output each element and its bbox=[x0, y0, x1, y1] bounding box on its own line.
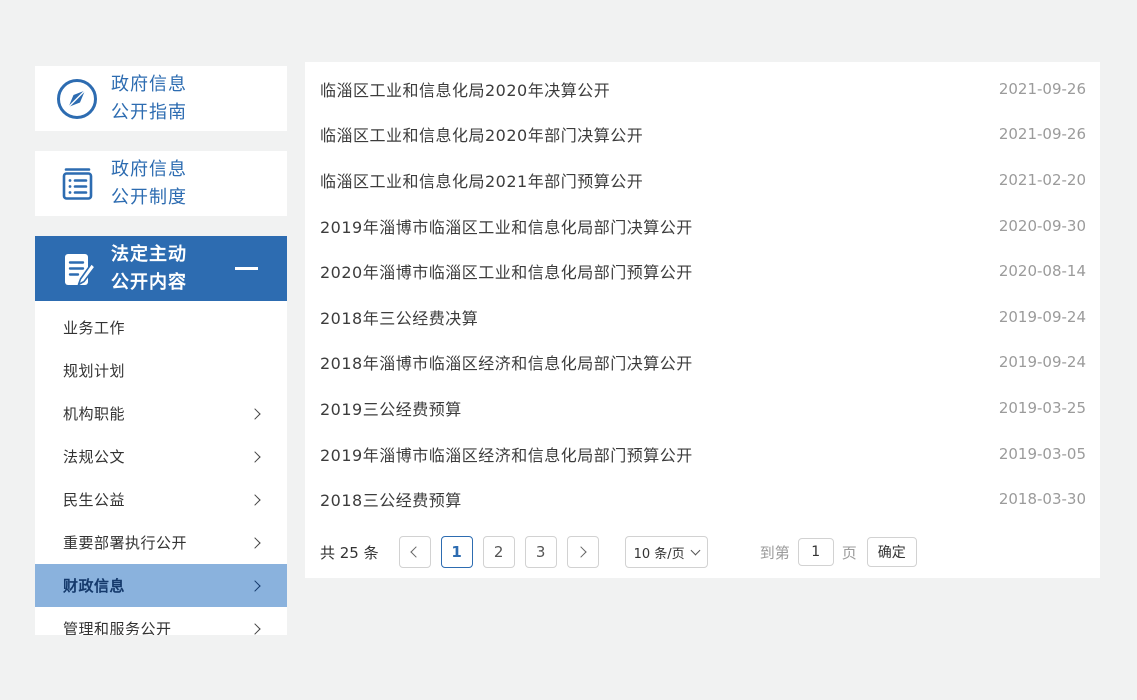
document-title-link[interactable]: 2019年淄博市临淄区经济和信息化局部门预算公开 bbox=[320, 442, 693, 466]
sidebar-item[interactable]: 机构职能 bbox=[35, 392, 287, 435]
sidebar-item[interactable]: 规划计划 bbox=[35, 349, 287, 392]
minus-icon[interactable] bbox=[235, 267, 258, 270]
page-button-3[interactable]: 3 bbox=[525, 536, 557, 568]
sidebar-item[interactable]: 重要部署执行公开 bbox=[35, 521, 287, 564]
list-item[interactable]: 临淄区工业和信息化局2020年决算公开 2021-09-26 bbox=[320, 66, 1086, 112]
chevron-down-icon bbox=[690, 546, 700, 556]
sidebar-item-label: 民生公益 bbox=[63, 489, 125, 510]
list-item[interactable]: 2018年三公经费决算 2019-09-24 bbox=[320, 294, 1086, 340]
chevron-left-icon bbox=[410, 546, 421, 557]
sidebar-card-guide-label: 政府信息 公开指南 bbox=[111, 71, 187, 127]
sidebar-card-system-label: 政府信息 公开制度 bbox=[111, 156, 187, 212]
goto-page-control: 到第 页 确定 bbox=[760, 537, 917, 567]
document-title-link[interactable]: 2020年淄博市临淄区工业和信息化局部门预算公开 bbox=[320, 259, 693, 283]
document-list: 临淄区工业和信息化局2020年决算公开2021-09-26临淄区工业和信息化局2… bbox=[305, 62, 1100, 522]
chevron-right-icon bbox=[249, 580, 260, 591]
sidebar-item-label: 机构职能 bbox=[63, 403, 125, 424]
publish-date: 2021-09-26 bbox=[999, 80, 1086, 98]
list-item[interactable]: 2020年淄博市临淄区工业和信息化局部门预算公开 2020-08-14 bbox=[320, 248, 1086, 294]
page-size-select[interactable]: 10 条/页 bbox=[625, 536, 708, 568]
list-item[interactable]: 2019三公经费预算 2019-03-25 bbox=[320, 385, 1086, 431]
sidebar-item-label: 重要部署执行公开 bbox=[63, 532, 187, 553]
sidebar-item-label: 业务工作 bbox=[63, 317, 125, 338]
goto-page-input[interactable] bbox=[798, 538, 834, 566]
publish-date: 2021-09-26 bbox=[999, 125, 1086, 143]
clipboard-pen-icon bbox=[53, 245, 101, 293]
chevron-right-icon bbox=[249, 408, 260, 419]
page-number-buttons: 123 bbox=[441, 536, 567, 568]
sidebar-item[interactable]: 法规公文 bbox=[35, 435, 287, 478]
publish-date: 2019-09-24 bbox=[999, 308, 1086, 326]
confirm-button[interactable]: 确定 bbox=[867, 537, 917, 567]
total-count-label: 共 25 条 bbox=[320, 542, 379, 563]
sidebar-item-active[interactable]: 财政信息 bbox=[35, 564, 287, 607]
document-title-link[interactable]: 临淄区工业和信息化局2020年部门决算公开 bbox=[320, 122, 643, 146]
compass-icon bbox=[53, 75, 101, 123]
sidebar-banner-label: 法定主动 公开内容 bbox=[111, 241, 187, 297]
publish-date: 2019-03-05 bbox=[999, 445, 1086, 463]
pagination-bar: 共 25 条 123 10 条/页 到第 页 确定 bbox=[320, 536, 917, 568]
sidebar: 政府信息 公开指南 政府信息 公开制度 bbox=[35, 66, 287, 635]
publish-date: 2019-09-24 bbox=[999, 353, 1086, 371]
content-panel: 临淄区工业和信息化局2020年决算公开2021-09-26临淄区工业和信息化局2… bbox=[305, 62, 1100, 578]
goto-prefix-label: 到第 bbox=[760, 542, 790, 563]
page-button-1[interactable]: 1 bbox=[441, 536, 473, 568]
sidebar-item-label: 管理和服务公开 bbox=[63, 618, 172, 635]
publish-date: 2020-08-14 bbox=[999, 262, 1086, 280]
page-button-2[interactable]: 2 bbox=[483, 536, 515, 568]
prev-page-button[interactable] bbox=[399, 536, 431, 568]
sidebar-item[interactable]: 民生公益 bbox=[35, 478, 287, 521]
sidebar-item-label: 财政信息 bbox=[63, 575, 125, 596]
document-title-link[interactable]: 2018三公经费预算 bbox=[320, 487, 462, 511]
list-item[interactable]: 2019年淄博市临淄区工业和信息化局部门决算公开 2020-09-30 bbox=[320, 203, 1086, 249]
list-item[interactable]: 2019年淄博市临淄区经济和信息化局部门预算公开 2019-03-05 bbox=[320, 431, 1086, 477]
sidebar-menu: 业务工作规划计划机构职能法规公文民生公益重要部署执行公开财政信息管理和服务公开其… bbox=[35, 301, 287, 635]
document-title-link[interactable]: 2018年三公经费决算 bbox=[320, 305, 478, 329]
sidebar-card-guide[interactable]: 政府信息 公开指南 bbox=[35, 66, 287, 131]
chevron-right-icon bbox=[249, 537, 260, 548]
document-title-link[interactable]: 临淄区工业和信息化局2020年决算公开 bbox=[320, 77, 610, 101]
notebook-icon bbox=[53, 160, 101, 208]
publish-date: 2021-02-20 bbox=[999, 171, 1086, 189]
document-title-link[interactable]: 临淄区工业和信息化局2021年部门预算公开 bbox=[320, 168, 643, 192]
list-item[interactable]: 2018年淄博市临淄区经济和信息化局部门决算公开 2019-09-24 bbox=[320, 340, 1086, 386]
document-title-link[interactable]: 2018年淄博市临淄区经济和信息化局部门决算公开 bbox=[320, 350, 693, 374]
publish-date: 2018-03-30 bbox=[999, 490, 1086, 508]
sidebar-item[interactable]: 管理和服务公开 bbox=[35, 607, 287, 635]
list-item[interactable]: 临淄区工业和信息化局2020年部门决算公开 2021-09-26 bbox=[320, 112, 1086, 158]
sidebar-item-label: 法规公文 bbox=[63, 446, 125, 467]
sidebar-banner-statutory-disclosure[interactable]: 法定主动 公开内容 bbox=[35, 236, 287, 301]
sidebar-item[interactable]: 业务工作 bbox=[35, 306, 287, 349]
chevron-right-icon bbox=[249, 451, 260, 462]
chevron-right-icon bbox=[249, 623, 260, 634]
chevron-right-icon bbox=[575, 546, 586, 557]
document-title-link[interactable]: 2019年淄博市临淄区工业和信息化局部门决算公开 bbox=[320, 214, 693, 238]
document-title-link[interactable]: 2019三公经费预算 bbox=[320, 396, 462, 420]
publish-date: 2020-09-30 bbox=[999, 217, 1086, 235]
next-page-button[interactable] bbox=[567, 536, 599, 568]
sidebar-card-system[interactable]: 政府信息 公开制度 bbox=[35, 151, 287, 216]
list-item[interactable]: 临淄区工业和信息化局2021年部门预算公开 2021-02-20 bbox=[320, 157, 1086, 203]
goto-suffix-label: 页 bbox=[842, 542, 857, 563]
sidebar-item-label: 规划计划 bbox=[63, 360, 125, 381]
page-size-value: 10 条/页 bbox=[634, 543, 685, 562]
list-item[interactable]: 2018三公经费预算 2018-03-30 bbox=[320, 476, 1086, 522]
chevron-right-icon bbox=[249, 494, 260, 505]
publish-date: 2019-03-25 bbox=[999, 399, 1086, 417]
